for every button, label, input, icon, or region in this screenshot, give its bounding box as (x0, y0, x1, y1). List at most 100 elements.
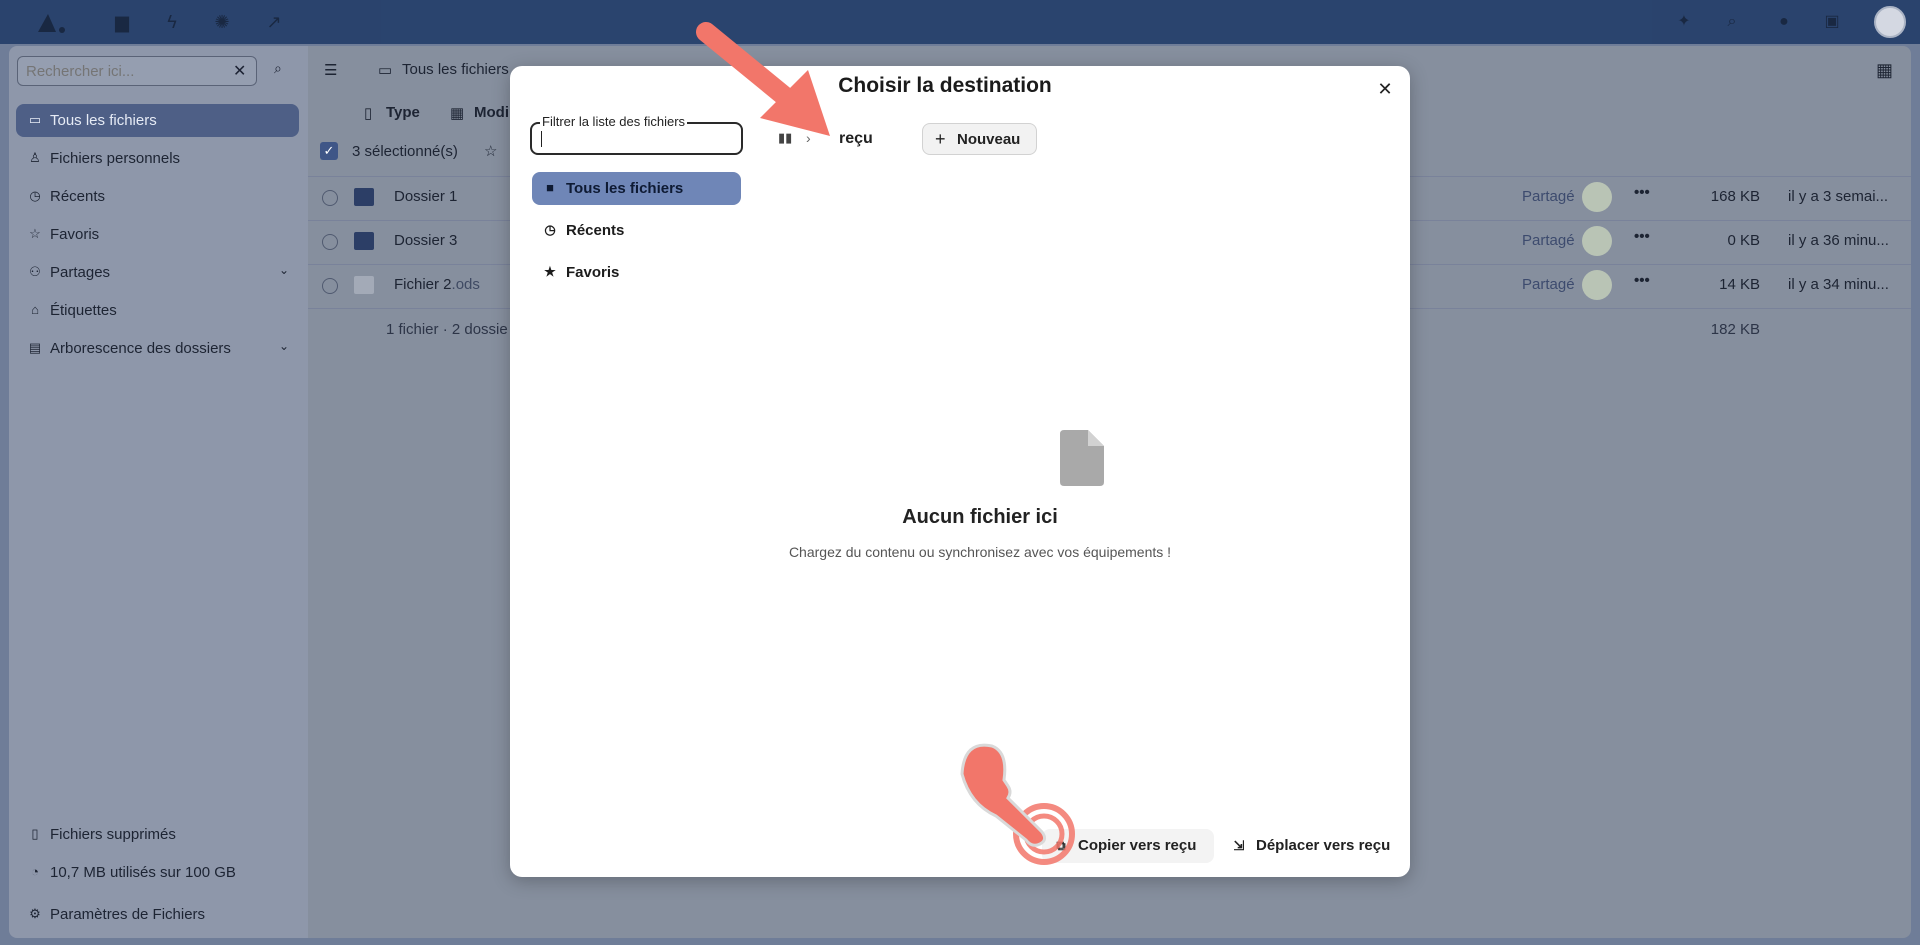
file-size: 14 KB (1719, 276, 1760, 293)
folder-icon: ▭ (28, 112, 42, 127)
breadcrumb-home-icon[interactable]: ▮▮ (778, 130, 792, 146)
grid-view-icon[interactable]: ▦ (1876, 60, 1893, 81)
sidebar-item-label: Tous les fichiers (50, 112, 157, 129)
trash-icon: ▯ (31, 826, 39, 841)
row-checkbox[interactable] (322, 278, 338, 294)
breadcrumb-folder-icon: ▭ (378, 62, 393, 79)
shared-folder-icon (354, 232, 374, 250)
selection-count: 3 sélectionné(s) (352, 143, 458, 160)
file-name[interactable]: Dossier 1 (394, 188, 457, 205)
total-size: 182 KB (1710, 321, 1760, 338)
flow-app-icon[interactable]: ↗ (262, 10, 286, 34)
new-button-label: Nouveau (957, 131, 1021, 148)
assistant-icon[interactable]: ✦ (1672, 10, 1696, 34)
folder-tree-icon: ▤ (28, 340, 42, 355)
dialog-nav-label: Récents (566, 222, 625, 239)
chevron-down-icon[interactable]: ⌄ (279, 339, 289, 353)
sidebar-search-input[interactable] (17, 56, 257, 86)
move-button-label: Déplacer vers reçu (1256, 837, 1391, 854)
filter-modified-button[interactable]: Modi (474, 104, 509, 121)
sidebar-item-label: Favoris (50, 226, 100, 243)
sidebar-item-label: Récents (50, 188, 106, 205)
more-actions-icon[interactable]: ••• (1634, 228, 1650, 245)
sidebar-item-all-files[interactable]: ▭ Tous les fichiers (16, 104, 299, 137)
dialog-nav-all-files[interactable]: ■ Tous les fichiers (532, 172, 741, 205)
avatar (1582, 182, 1612, 212)
filter-input[interactable] (538, 130, 734, 148)
calendar-icon: ▦ (450, 105, 465, 122)
sidebar-item-personal-files[interactable]: ♙ Fichiers personnels (16, 142, 299, 175)
file-date: il y a 3 semai... (1788, 188, 1889, 205)
sidebar-item-label: Partages (50, 264, 111, 281)
sidebar-item-folder-tree[interactable]: ▤ Arborescence des dossiers ⌄ (16, 332, 299, 365)
move-folder-icon: ⇲ (1233, 838, 1245, 853)
search-icon[interactable]: ⌕ (1720, 10, 1744, 34)
contacts-icon[interactable]: ▣ (1820, 10, 1844, 34)
activity-app-icon[interactable]: ϟ (160, 10, 184, 34)
more-actions-icon[interactable]: ••• (1634, 272, 1650, 289)
dialog-nav-label: Tous les fichiers (566, 180, 684, 197)
user-avatar[interactable] (1874, 6, 1906, 38)
shared-label[interactable]: Partagé (1522, 276, 1575, 293)
file-name[interactable]: Dossier 3 (394, 232, 457, 249)
star-icon: ☆ (29, 226, 41, 241)
spreadsheet-file-icon (354, 276, 374, 294)
sidebar-item-recent[interactable]: ◷ Récents (16, 180, 299, 213)
share-icon: ⚇ (29, 264, 41, 279)
clock-icon: ◷ (544, 222, 556, 237)
favorite-action-icon[interactable]: ☆ (484, 142, 497, 160)
select-all-checkbox[interactable]: ✓ (320, 142, 338, 160)
filter-field[interactable]: Filtrer la liste des fichiers (530, 114, 743, 155)
copy-button-label: Copier vers reçu (1078, 837, 1197, 854)
sidebar-item-label: Fichiers personnels (50, 150, 181, 167)
sidebar-item-settings[interactable]: ⚙ Paramètres de Fichiers (16, 898, 299, 931)
copy-button[interactable]: ⧉ Copier vers reçu (1042, 829, 1214, 863)
empty-state-description: Chargez du contenu ou synchronisez avec … (788, 544, 1172, 560)
files-summary: 1 fichier · 2 dossie (386, 321, 508, 338)
shared-folder-icon (354, 188, 374, 206)
text-caret (541, 131, 542, 147)
row-checkbox[interactable] (322, 234, 338, 250)
filter-type-icon: ▯ (364, 105, 373, 122)
sidebar-item-trash[interactable]: ▯ Fichiers supprimés (16, 818, 299, 851)
chevron-right-icon: › (806, 130, 811, 146)
more-actions-icon[interactable]: ••• (1634, 184, 1650, 201)
breadcrumb[interactable]: Tous les fichiers (402, 61, 509, 78)
clear-search-icon[interactable]: ✕ (233, 61, 246, 81)
shared-label[interactable]: Partagé (1522, 188, 1575, 205)
sidebar-item-favorites[interactable]: ☆ Favoris (16, 218, 299, 251)
sidebar-item-shares[interactable]: ⚇ Partages ⌄ (16, 256, 299, 289)
avatar (1582, 270, 1612, 300)
shared-label[interactable]: Partagé (1522, 232, 1575, 249)
quota-label: 10,7 MB utilisés sur 100 GB (50, 864, 236, 881)
copy-icon: ⧉ (1056, 838, 1066, 853)
folder-icon: ■ (546, 180, 554, 195)
nextcloud-logo-icon[interactable] (34, 10, 72, 36)
close-icon[interactable]: ✕ (1374, 78, 1396, 100)
sidebar-item-label: Fichiers supprimés (50, 826, 176, 843)
sidebar-item-label: Arborescence des dossiers (50, 340, 231, 357)
toggle-sidebar-icon[interactable]: ☰ (324, 61, 337, 79)
notifications-icon[interactable]: ● (1772, 10, 1796, 34)
sidebar-item-tags[interactable]: ⌂ Étiquettes (16, 294, 299, 327)
dialog-nav-recent[interactable]: ◷ Récents (532, 214, 741, 247)
breadcrumb-current[interactable]: reçu (839, 130, 873, 148)
row-checkbox[interactable] (322, 190, 338, 206)
file-size: 168 KB (1710, 188, 1760, 205)
dialog-nav-label: Favoris (566, 264, 620, 281)
destination-dialog: Choisir la destination ✕ Filtrer la list… (510, 66, 1410, 877)
storage-quota: ◔ 10,7 MB utilisés sur 100 GB (16, 856, 299, 889)
file-name[interactable]: Fichier 2.ods (394, 276, 480, 293)
chevron-down-icon[interactable]: ⌄ (279, 263, 289, 277)
announcements-app-icon[interactable]: ✺ (210, 10, 234, 34)
filter-type-button[interactable]: Type (386, 104, 420, 121)
clock-icon: ◷ (29, 188, 41, 203)
new-folder-button[interactable]: + Nouveau (922, 123, 1037, 155)
files-app-icon[interactable]: ▆ (110, 10, 134, 34)
file-size: 0 KB (1727, 232, 1760, 249)
dialog-title: Choisir la destination (838, 74, 1052, 97)
dialog-nav-favorites[interactable]: ★ Favoris (532, 256, 741, 289)
search-icon[interactable]: ⌕ (274, 60, 294, 80)
move-button[interactable]: ⇲ Déplacer vers reçu (1220, 829, 1400, 863)
filter-label: Filtrer la liste des fichiers (540, 114, 688, 129)
